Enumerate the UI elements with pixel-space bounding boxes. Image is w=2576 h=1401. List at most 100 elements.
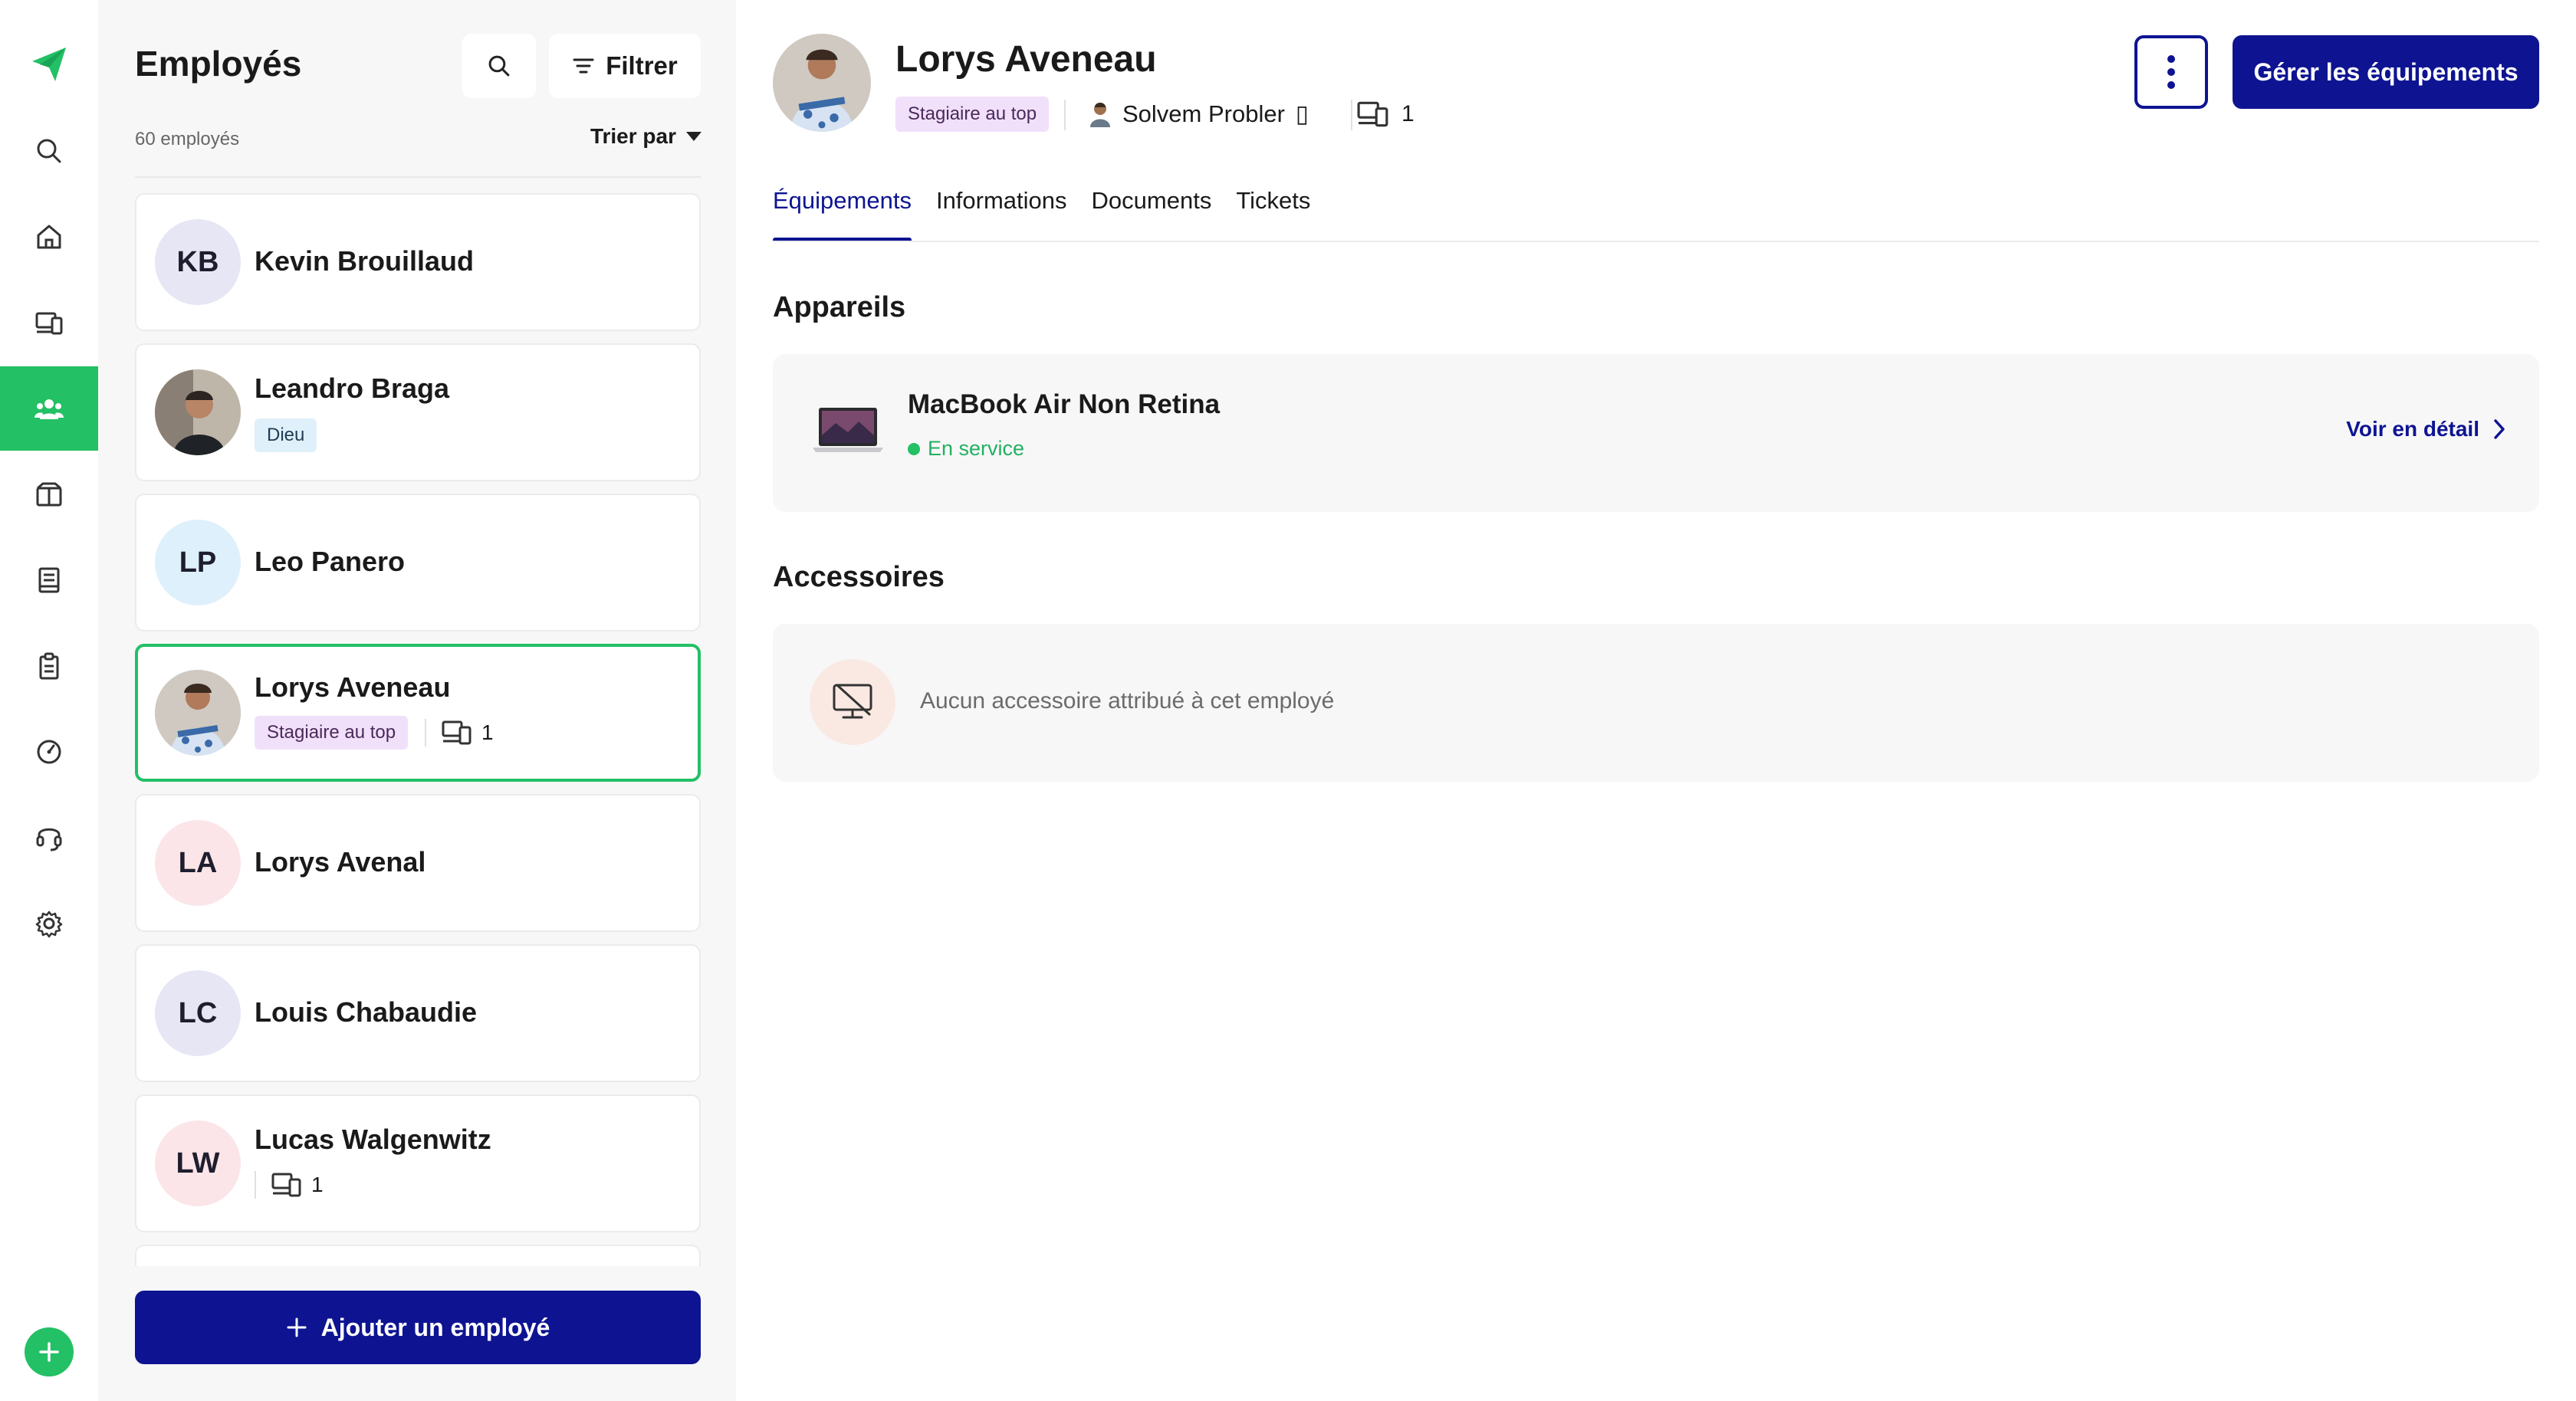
- accessories-section-title: Accessoires: [773, 561, 945, 593]
- tasks-nav-item[interactable]: [0, 624, 98, 708]
- employee-card[interactable]: LW Lucas Walgenwitz 1: [135, 1094, 701, 1232]
- employee-list-panel: Employés Filtrer 60 employés Trier par K…: [98, 0, 736, 1401]
- dashboard-nav-item[interactable]: [0, 710, 98, 794]
- quick-add-button[interactable]: [25, 1327, 74, 1376]
- avatar-photo: [773, 34, 871, 132]
- device-row[interactable]: MacBook Air Non Retina En service Voir e…: [773, 354, 2539, 512]
- headset-icon: [36, 828, 62, 851]
- employee-card[interactable]: LA Lorys Avenal: [135, 794, 701, 932]
- device-count: 1: [255, 1171, 324, 1199]
- caret-down-icon: [686, 132, 702, 141]
- devices-icon: [1357, 101, 1388, 127]
- employee-count: 60 employés: [135, 129, 240, 149]
- employee-card[interactable]: LC Louis Chabaudie: [135, 944, 701, 1082]
- no-monitor-icon: [833, 684, 872, 719]
- avatar-photo: [155, 369, 241, 455]
- employee-tag: Stagiaire au top: [255, 716, 409, 750]
- sort-dropdown[interactable]: Trier par: [590, 124, 702, 149]
- employee-tag: Dieu: [255, 418, 317, 452]
- detail-tabs: Équipements Informations Documents Ticke…: [773, 181, 1310, 242]
- employee-name: Lucas Walgenwitz: [255, 1124, 491, 1155]
- employee-tag: Stagiaire au top: [895, 97, 1050, 132]
- add-employee-button[interactable]: Ajouter un employé: [135, 1291, 701, 1364]
- plus-icon: [39, 1342, 59, 1362]
- empty-state-text: Aucun accessoire attribué à cet employé: [920, 688, 1335, 714]
- box-icon: [36, 482, 62, 507]
- employee-name: Lorys Avenal: [255, 846, 426, 878]
- employee-card[interactable]: KB Kevin Brouillaud: [135, 193, 701, 331]
- docs-nav-item[interactable]: [0, 538, 98, 622]
- device-count-value: 1: [311, 1173, 324, 1196]
- tabs-divider: [773, 241, 2539, 242]
- devices-icon: [442, 720, 472, 745]
- avatar: LA: [155, 820, 241, 906]
- device-status-label: En service: [928, 437, 1025, 460]
- device-count: 1: [1357, 97, 1414, 132]
- employee-card[interactable]: [135, 1245, 701, 1266]
- filter-label: Filtrer: [606, 51, 678, 80]
- devices-nav-item[interactable]: [0, 281, 98, 365]
- device-count-value: 1: [1401, 101, 1414, 126]
- view-detail-label: Voir en détail: [2346, 417, 2479, 441]
- sort-label: Trier par: [590, 124, 676, 148]
- tab-documents[interactable]: Documents: [1092, 181, 1212, 242]
- avatar: LW: [155, 1120, 241, 1206]
- employee-list: KB Kevin Brouillaud Leandro Braga Dieu L…: [135, 193, 701, 1266]
- settings-nav-item[interactable]: [0, 881, 98, 966]
- more-options-button[interactable]: [2134, 35, 2208, 109]
- manager-suffix: ▯: [1295, 100, 1309, 127]
- add-employee-label: Ajouter un employé: [320, 1313, 550, 1341]
- employee-name: Lorys Aveneau: [255, 671, 451, 703]
- icon-rail: [0, 0, 98, 1401]
- filter-button[interactable]: Filtrer: [549, 34, 701, 98]
- search-icon: [488, 55, 510, 77]
- support-nav-item[interactable]: [0, 796, 98, 880]
- chevron-right-icon: [2494, 419, 2505, 439]
- employee-detail-panel: Lorys Aveneau Stagiaire au top Solvem Pr…: [736, 0, 2576, 1401]
- catalog-nav-item[interactable]: [0, 452, 98, 536]
- search-nav-item[interactable]: [0, 109, 98, 193]
- avatar: [155, 670, 241, 756]
- device-name: MacBook Air Non Retina: [908, 389, 1221, 419]
- list-divider: [135, 176, 701, 178]
- employees-nav-item[interactable]: [0, 366, 98, 451]
- avatar: [155, 369, 241, 455]
- clipboard-icon: [39, 652, 59, 680]
- avatar-photo: [155, 670, 241, 756]
- employee-name: Leo Panero: [255, 546, 406, 577]
- avatar: LP: [155, 520, 241, 605]
- device-status: En service: [908, 437, 1024, 461]
- manage-equipment-button[interactable]: Gérer les équipements: [2233, 35, 2539, 109]
- view-detail-link[interactable]: Voir en détail: [2346, 417, 2505, 441]
- empty-state-badge: [810, 659, 895, 745]
- manager-link[interactable]: Solvem Probler ▯: [1089, 97, 1309, 132]
- tab-equipements[interactable]: Équipements: [773, 181, 912, 242]
- tab-tickets[interactable]: Tickets: [1236, 181, 1310, 242]
- home-nav-item[interactable]: [0, 195, 98, 279]
- users-icon: [34, 399, 64, 419]
- devices-section-title: Appareils: [773, 291, 906, 323]
- devices-icon: [35, 312, 63, 335]
- search-button[interactable]: [462, 34, 536, 98]
- employee-avatar: [773, 34, 871, 132]
- employee-card[interactable]: LP Leo Panero: [135, 494, 701, 632]
- accessories-empty-state: Aucun accessoire attribué à cet employé: [773, 624, 2539, 782]
- search-icon: [37, 139, 61, 163]
- tab-informations[interactable]: Informations: [936, 181, 1067, 242]
- plus-icon: [287, 1317, 307, 1337]
- employee-card-selected[interactable]: Lorys Aveneau Stagiaire au top 1: [135, 644, 701, 782]
- manager-name: Solvem Probler: [1122, 100, 1285, 127]
- employee-name: Louis Chabaudie: [255, 996, 478, 1028]
- employee-name: Kevin Brouillaud: [255, 245, 475, 277]
- book-icon: [38, 567, 60, 593]
- dashboard-icon: [37, 740, 61, 764]
- devices-icon: [271, 1173, 301, 1197]
- status-dot-icon: [908, 442, 920, 455]
- logo-icon[interactable]: [29, 44, 69, 84]
- separator: [425, 719, 426, 746]
- person-emoji-icon: [1090, 103, 1110, 127]
- list-title: Employés: [135, 44, 302, 84]
- separator: [255, 1171, 256, 1199]
- employee-card[interactable]: Leandro Braga Dieu: [135, 343, 701, 481]
- gear-icon: [35, 910, 63, 938]
